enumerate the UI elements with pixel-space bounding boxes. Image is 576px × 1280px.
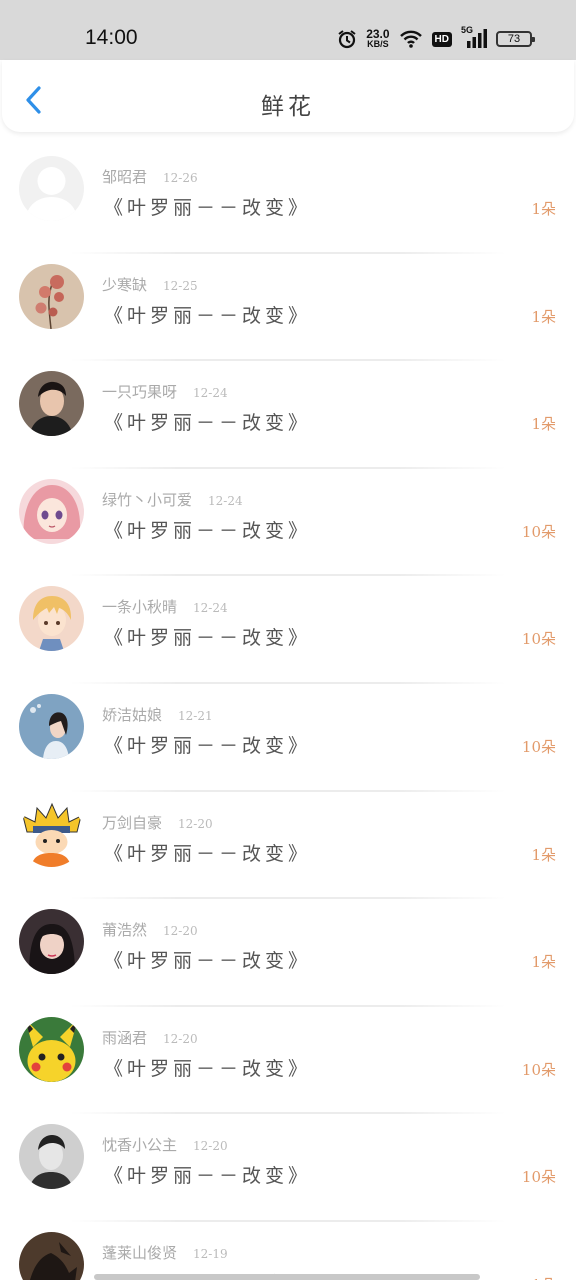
list-item[interactable]: 一条小秋晴 12-24 《叶罗丽－－改变》 10朵 <box>0 576 576 684</box>
user-name[interactable]: 万剑自豪 <box>102 814 162 832</box>
status-time: 14:00 <box>85 26 138 49</box>
list-item[interactable]: 邹昭君 12-26 《叶罗丽－－改变》 1朵 <box>0 146 576 254</box>
work-title[interactable]: 《叶罗丽－－改变》 <box>104 193 311 220</box>
work-title[interactable]: 《叶罗丽－－改变》 <box>104 731 311 758</box>
page-title: 鲜花 <box>261 94 315 120</box>
flower-count: 1朵 <box>531 307 556 326</box>
user-name[interactable]: 雨涵君 <box>102 1029 147 1047</box>
avatar <box>19 156 84 221</box>
record-date: 12-20 <box>193 1139 228 1154</box>
record-date: 12-24 <box>193 386 228 401</box>
status-icons: 23.0 KB/S HD 5G 73 <box>337 25 535 52</box>
user-name[interactable]: 娇洁姑娘 <box>102 706 162 724</box>
flower-count: 1朵 <box>531 200 556 218</box>
pikachu-avatar-icon <box>19 1016 84 1082</box>
user-name[interactable]: 一只巧果呀 <box>102 383 177 401</box>
flowers-avatar-icon <box>19 263 84 329</box>
record-date: 12-24 <box>208 493 243 508</box>
young-man-avatar-icon <box>19 371 84 437</box>
default-avatar-icon <box>19 156 84 221</box>
avatar <box>19 371 84 437</box>
avatar <box>19 586 84 652</box>
work-title[interactable]: 《叶罗丽－－改变》 <box>104 623 311 650</box>
battery-icon: 73 <box>496 31 535 47</box>
work-title[interactable]: 《叶罗丽－－改变》 <box>104 1161 311 1188</box>
list-item[interactable]: 万剑自豪 12-20 《叶罗丽－－改变》 1朵 <box>0 792 576 900</box>
flower-count: 10朵 <box>521 1060 556 1079</box>
user-name[interactable]: 忱香小公主 <box>102 1136 177 1154</box>
user-name[interactable]: 一条小秋晴 <box>102 598 177 616</box>
flower-count: 1朵 <box>531 415 556 434</box>
avatar <box>19 478 84 544</box>
avatar <box>19 1231 84 1280</box>
flower-count: 1朵 <box>531 953 556 972</box>
network-speed-value: 23.0 <box>366 27 390 41</box>
work-title[interactable]: 《叶罗丽－－改变》 <box>104 408 311 435</box>
anime-boy-avatar-icon <box>19 586 84 652</box>
avatar <box>19 909 84 975</box>
network-speed: 23.0 KB/S <box>366 27 390 49</box>
user-name[interactable]: 莆浩然 <box>102 921 147 939</box>
header-bar: 鲜花 <box>2 60 574 132</box>
user-name[interactable]: 绿竹丶小可爱 <box>102 491 192 509</box>
girl-portrait-avatar-icon <box>19 909 84 975</box>
man-bw-avatar-icon <box>19 1124 84 1190</box>
record-date: 12-26 <box>163 171 198 185</box>
work-title[interactable]: 《叶罗丽－－改变》 <box>104 1054 311 1081</box>
user-name[interactable]: 蓬莱山俊贤 <box>102 1244 177 1262</box>
status-bar: 14:00 23.0 KB/S HD 5G 73 <box>0 0 576 60</box>
list-item[interactable]: 莆浩然 12-20 《叶罗丽－－改变》 1朵 <box>0 899 576 1007</box>
record-date: 12-19 <box>193 1246 228 1261</box>
avatar <box>19 1016 84 1082</box>
anime-girl-avatar-icon <box>19 478 84 544</box>
work-title[interactable]: 《叶罗丽－－改变》 <box>104 516 311 543</box>
avatar <box>19 1124 84 1190</box>
work-title[interactable]: 《叶罗丽－－改变》 <box>104 946 311 973</box>
list-item[interactable]: 少寒缺 12-25 《叶罗丽－－改变》 1朵 <box>0 254 576 362</box>
list-item[interactable]: 雨涵君 12-20 《叶罗丽－－改变》 10朵 <box>0 1007 576 1115</box>
record-date: 12-20 <box>178 816 213 831</box>
flower-count: 10朵 <box>521 1168 556 1187</box>
network-speed-unit: KB/S <box>367 39 389 49</box>
avatar <box>19 263 84 329</box>
flower-count: 1朵 <box>531 1274 556 1280</box>
flower-count: 10朵 <box>521 522 556 541</box>
list-item[interactable]: 一只巧果呀 12-24 《叶罗丽－－改变》 1朵 <box>0 361 576 469</box>
avatar <box>19 801 84 867</box>
record-date: 12-24 <box>193 601 228 616</box>
flower-count: 10朵 <box>521 737 556 756</box>
avatar <box>19 693 84 759</box>
work-title[interactable]: 《叶罗丽－－改变》 <box>104 839 311 866</box>
record-date: 12-21 <box>178 708 213 723</box>
flower-count: 10朵 <box>521 630 556 649</box>
work-title[interactable]: 《叶罗丽－－改变》 <box>104 301 311 328</box>
hd-badge: HD <box>431 31 452 47</box>
record-date: 12-20 <box>163 1031 198 1046</box>
signal-type: 5G <box>461 25 474 35</box>
naruto-avatar-icon <box>19 801 84 867</box>
user-name[interactable]: 少寒缺 <box>102 276 147 294</box>
record-date: 12-20 <box>163 924 198 939</box>
scroll-indicator[interactable] <box>94 1274 480 1280</box>
wifi-icon <box>399 29 423 49</box>
signal-icon: 5G <box>461 25 487 49</box>
user-name[interactable]: 邹昭君 <box>102 168 147 186</box>
record-date: 12-25 <box>163 278 198 293</box>
list-item[interactable]: 蓬莱山俊贤12-19 《叶罗丽－－改变》 1朵 <box>0 1222 576 1280</box>
list-item[interactable]: 忱香小公主 12-20 《叶罗丽－－改变》 10朵 <box>0 1114 576 1222</box>
list-item[interactable]: 绿竹丶小可爱 12-24 《叶罗丽－－改变》 10朵 <box>0 469 576 577</box>
flower-count: 1朵 <box>531 845 556 864</box>
girl-sky-avatar-icon <box>19 693 84 759</box>
dark-figure-avatar-icon <box>19 1231 84 1280</box>
list-item[interactable]: 娇洁姑娘 12-21 《叶罗丽－－改变》 10朵 <box>0 684 576 792</box>
alarm-icon <box>337 29 357 49</box>
flower-record-list: 邹昭君 12-26 《叶罗丽－－改变》 1朵 少寒缺 12-25 《叶罗丽－－改变》… <box>0 146 576 1280</box>
